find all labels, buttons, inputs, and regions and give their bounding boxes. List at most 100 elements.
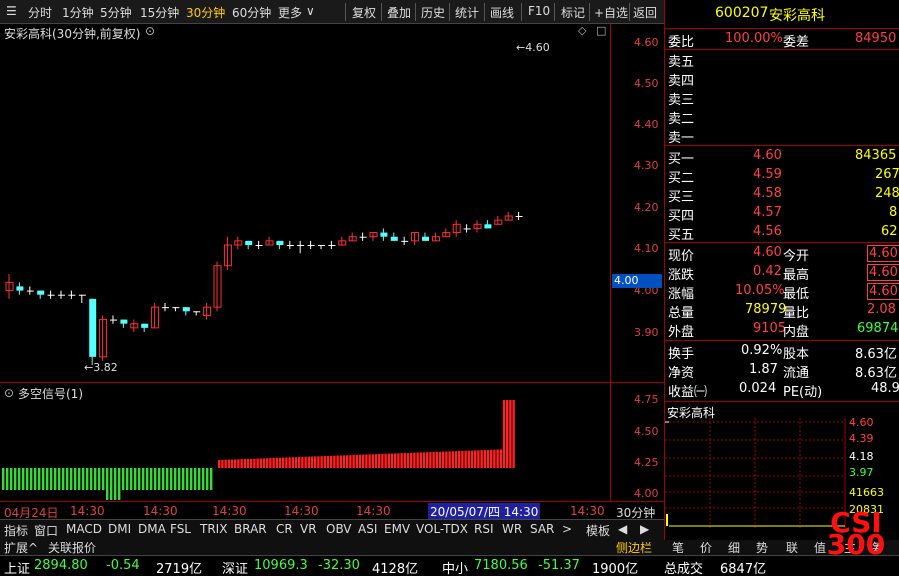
min-price-label: ←3.82: [84, 361, 118, 374]
tab-asi[interactable]: ASI: [358, 522, 377, 536]
indicator-bar: [346, 455, 349, 468]
index-label[interactable]: 深证: [222, 558, 248, 576]
tab-wr[interactable]: WR: [502, 522, 522, 536]
tab-fsl[interactable]: FSL: [170, 522, 191, 536]
period-tab-5min[interactable]: 5分钟: [100, 4, 132, 21]
extend-button[interactable]: 扩展^: [4, 539, 38, 556]
candle-body: [276, 240, 284, 245]
tab-template[interactable]: 模板: [586, 522, 610, 539]
period-tab-60min[interactable]: 60分钟: [232, 4, 271, 21]
candle-body: [422, 236, 429, 241]
indicator-bar: [218, 460, 221, 468]
sidebar-button[interactable]: 侧边栏: [616, 539, 652, 556]
indicator-bar: [458, 451, 461, 468]
buy3-label: 买三: [668, 190, 695, 205]
history-button[interactable]: 历史: [421, 4, 445, 21]
tab-window[interactable]: 窗口: [34, 522, 58, 539]
buy3-price: 4.58: [753, 186, 782, 201]
indicator-chart[interactable]: [0, 383, 610, 501]
sell5-label: 卖五: [668, 55, 695, 70]
indicator-bar: [166, 468, 169, 490]
tab-cr[interactable]: CR: [276, 522, 293, 536]
tab-bi[interactable]: 笔: [672, 539, 684, 556]
period-tab-30min[interactable]: 30分钟: [186, 4, 225, 21]
y-tick: 4.10: [634, 242, 659, 255]
tab-dma[interactable]: DMA: [138, 522, 166, 536]
add-watchlist-button[interactable]: +自选: [594, 4, 628, 21]
tab-brar[interactable]: BRAR: [234, 522, 267, 536]
y-tick: 4.50: [634, 77, 659, 90]
tab-vr[interactable]: VR: [300, 522, 317, 536]
stat-label: 涨跌: [668, 268, 695, 283]
related-quotes-button[interactable]: 关联报价: [48, 539, 96, 556]
y-tick: 4.20: [634, 201, 659, 214]
tab-emv[interactable]: EMV: [384, 522, 410, 536]
indicator-bar: [480, 450, 483, 468]
indicator-bar: [506, 400, 509, 468]
tab-indicator[interactable]: 指标: [4, 522, 28, 539]
indicator-bar: [206, 468, 209, 490]
menu-icon[interactable]: ☰: [6, 4, 17, 18]
index-label[interactable]: 中小: [442, 558, 468, 576]
fuquan-button[interactable]: 复权: [352, 4, 376, 21]
mark-button[interactable]: 标记: [561, 4, 585, 21]
indicator-bar: [426, 452, 429, 468]
mini-tick: 4.39: [849, 432, 874, 445]
period-tab-more[interactable]: 更多: [278, 4, 302, 21]
indicator-panel[interactable]: ⊙ 多空信号(1): [0, 383, 610, 501]
period-tab-15min[interactable]: 15分钟: [140, 4, 179, 21]
time-axis: 04月24日 14:30 14:30 14:30 14:30 14:30 20/…: [0, 501, 664, 520]
x-tick: 14:30: [70, 504, 105, 518]
tab-jia[interactable]: 价: [700, 539, 712, 556]
tab-lian[interactable]: 联: [786, 539, 798, 556]
indicator-bar: [194, 468, 197, 490]
kline-panel[interactable]: 安彩高科(30分钟,前复权) ⊙ ◇ □ ←4.60 ←3.82: [0, 24, 664, 382]
indicator-bar: [46, 468, 49, 490]
indicator-bar: [2, 468, 5, 490]
candle-body: [297, 245, 305, 246]
index-label[interactable]: 上证: [4, 558, 30, 576]
tab-macd[interactable]: MACD: [66, 522, 102, 536]
indicator-bar: [259, 458, 262, 468]
tab-obv[interactable]: OBV: [326, 522, 352, 536]
back-button[interactable]: 返回: [633, 4, 657, 21]
index-change: -0.54: [106, 558, 140, 573]
draw-line-button[interactable]: 画线: [490, 4, 514, 21]
tab-arrow-right[interactable]: ▶: [640, 522, 649, 536]
index-change: -32.30: [318, 558, 360, 573]
index-value: 2894.80: [34, 558, 88, 573]
indicator-axis: 4.75 4.50 4.25 4.00: [612, 383, 664, 501]
period-tab-1min[interactable]: 1分钟: [62, 4, 94, 21]
tab-arrow-left[interactable]: ◀: [618, 522, 627, 536]
indicator-bar: [438, 451, 442, 468]
stats-button[interactable]: 统计: [455, 4, 479, 21]
kline-chart[interactable]: ←4.60 ←3.82: [0, 24, 664, 382]
chevron-down-icon[interactable]: ∨: [306, 4, 315, 18]
indicator-bar: [304, 456, 307, 468]
indicator-bar: [448, 451, 451, 468]
indicator-bar: [432, 451, 435, 468]
indicator-bar: [333, 455, 336, 468]
indicator-bar: [410, 452, 413, 468]
f10-button[interactable]: F10: [528, 4, 550, 18]
tab-shi[interactable]: 势: [756, 539, 768, 556]
stat-value: 78979: [745, 302, 787, 317]
indicator-bar: [210, 468, 213, 490]
candle-body: [328, 245, 336, 246]
tab-dmi[interactable]: DMI: [108, 522, 131, 536]
indicator-bar: [323, 456, 326, 468]
tab-trix[interactable]: TRIX: [200, 522, 227, 536]
overlay-button[interactable]: 叠加: [387, 4, 411, 21]
tab-next[interactable]: >: [562, 522, 572, 536]
tab-sar[interactable]: SAR: [530, 522, 554, 536]
buy4-vol: 8: [889, 205, 898, 220]
indicator-bar: [262, 458, 266, 468]
tab-rsi[interactable]: RSI: [474, 522, 494, 536]
tab-xi[interactable]: 细: [728, 539, 740, 556]
current-price-tag: 4.00: [612, 274, 662, 288]
tab-vol-tdx[interactable]: VOL-TDX: [416, 522, 468, 536]
period-tab-fenshi[interactable]: 分时: [28, 4, 52, 21]
indicator-bar: [246, 458, 250, 468]
indicator-bar: [158, 468, 161, 490]
y-tick: 4.40: [634, 118, 659, 131]
